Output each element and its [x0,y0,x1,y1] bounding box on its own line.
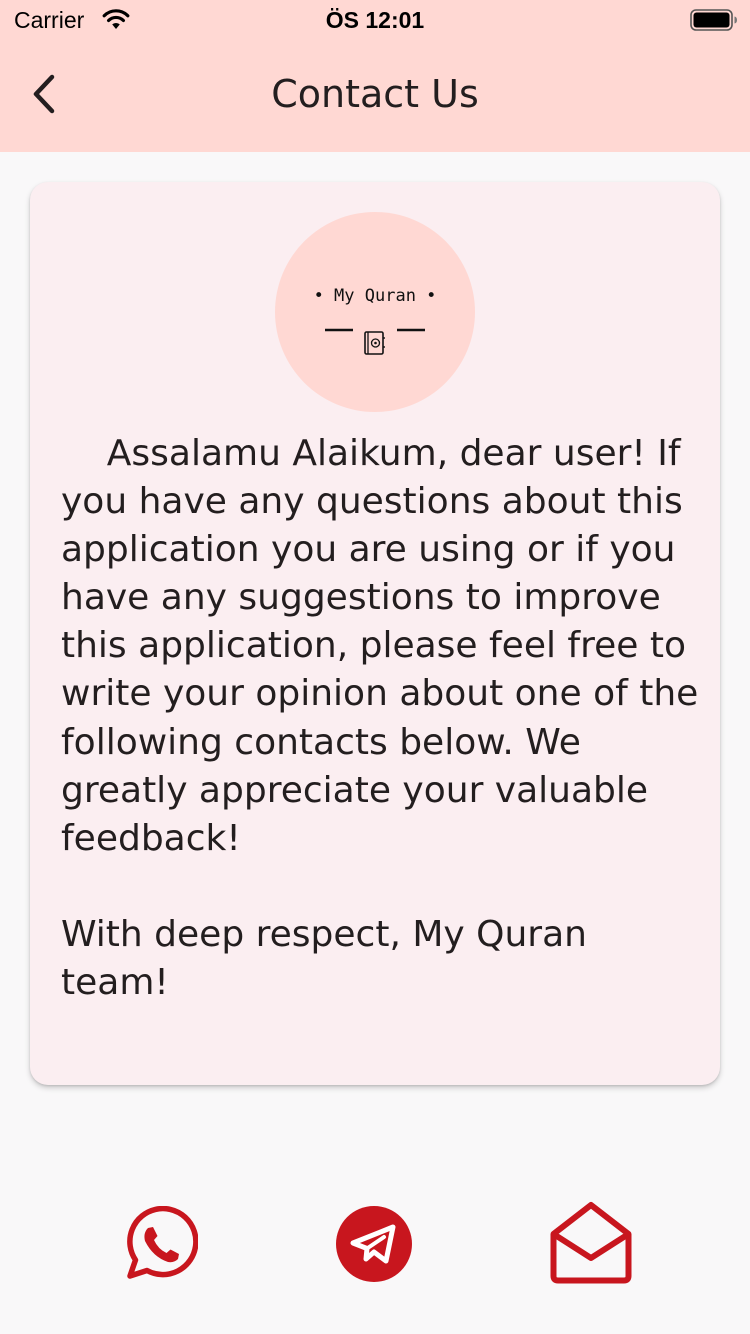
email-icon [549,1202,633,1289]
whatsapp-button[interactable] [122,1205,199,1284]
whatsapp-icon [122,1205,199,1284]
contact-message: Assalamu Alaikum, dear user! If you have… [61,433,699,1004]
app-bar: Contact Us [0,40,750,152]
email-button[interactable] [549,1201,633,1289]
book-icon [323,316,427,360]
logo-text: • My Quran • [313,286,437,306]
telegram-icon [335,1206,413,1287]
contact-card: • My Quran • Assalamu Alaikum, dear user… [30,182,720,1085]
app-logo: • My Quran • [275,212,475,412]
page-title: Contact Us [271,72,479,116]
status-time: ÖS 12:01 [325,7,425,33]
battery-icon [690,9,738,35]
telegram-button[interactable] [335,1205,413,1287]
status-bar: Carrier ÖS 12:01 [0,0,750,40]
